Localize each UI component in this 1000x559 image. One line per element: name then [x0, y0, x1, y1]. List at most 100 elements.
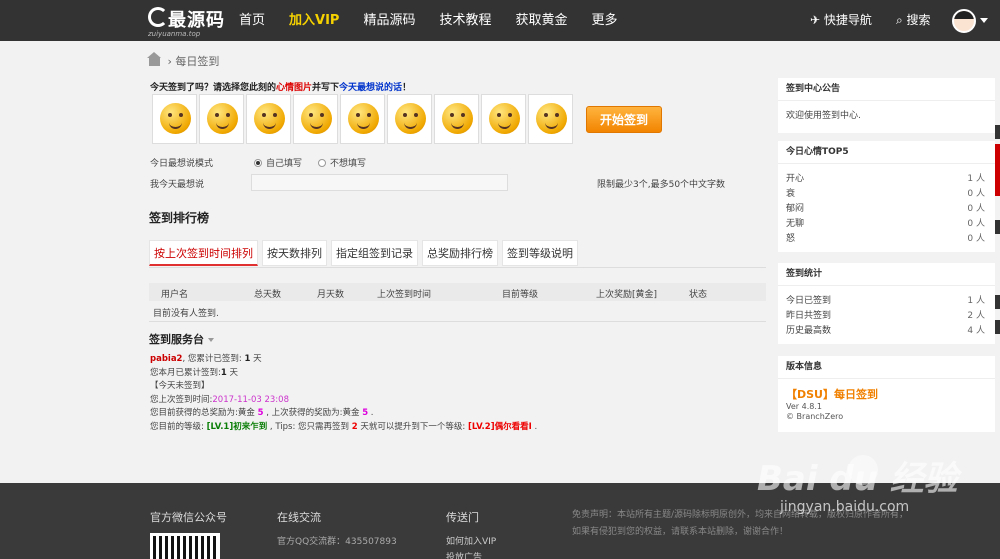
mood-option[interactable] — [481, 94, 526, 144]
mood-option[interactable] — [528, 94, 573, 144]
mood-option[interactable] — [246, 94, 291, 144]
service-text: , 您累计已签到: — [182, 354, 245, 364]
service-username[interactable]: pabia2 — [150, 354, 182, 364]
mode-self-radio[interactable]: 自己填写 — [254, 156, 302, 169]
tab-divider — [149, 267, 766, 268]
watermark-url: jingyan.baidu.com — [780, 499, 910, 515]
mood-count: 1 人 — [967, 174, 985, 184]
site-logo[interactable]: 最源码 zuiyuanma.top — [148, 5, 228, 38]
mode-label: 今日最想说模式 — [150, 159, 214, 169]
mood-option[interactable] — [340, 94, 385, 144]
nav-tutorials[interactable]: 技术教程 — [427, 0, 503, 41]
nav-gold[interactable]: 获取黄金 — [503, 0, 579, 41]
ranking-table-header: 用户名 总天数 月天数 上次签到时间 目前等级 上次奖励[黄金] 状态 — [149, 283, 766, 301]
mood-count: 0 人 — [967, 189, 985, 199]
watermark-brand: Bai du 经验 — [757, 459, 958, 499]
mode-none-radio[interactable]: 不想填写 — [318, 156, 366, 169]
stats-title: 签到统计 — [778, 263, 995, 286]
tab-by-last-time[interactable]: 按上次签到时间排列 — [149, 240, 258, 266]
version-name[interactable]: 【DSU】每日签到 — [786, 386, 987, 402]
mood-option[interactable] — [434, 94, 479, 144]
search-icon: ⌕ — [896, 13, 907, 27]
service-line-reward: 您目前获得的总奖励为:黄金 5 , 上次获得的奖励为:黄金 5 . — [150, 407, 537, 421]
search-label: 搜索 — [906, 13, 931, 27]
paper-plane-icon: ✈ — [810, 13, 824, 27]
question-end: ！ — [402, 83, 412, 93]
say-input[interactable] — [251, 174, 508, 191]
say-label: 我今天最想说 — [150, 180, 205, 190]
service-line-last-time: 您上次签到时间:2017-11-03 23:08 — [150, 394, 537, 408]
mood-count: 0 人 — [967, 204, 985, 214]
mood-option[interactable] — [293, 94, 338, 144]
footer-join-vip-link[interactable]: 如何加入VIP — [446, 534, 496, 547]
ranking-tabs: 按上次签到时间排列 按天数排列 指定组签到记录 总奖励排行榜 签到等级说明 — [149, 240, 582, 266]
service-text: 天 — [250, 354, 262, 364]
mood-face-icon — [395, 103, 426, 134]
version-body: 【DSU】每日签到 Ver 4.8.1 © BranchZero — [778, 379, 995, 429]
nav-home[interactable]: 首页 — [227, 0, 277, 41]
mode-none-label: 不想填写 — [330, 159, 367, 169]
service-text: . — [531, 421, 538, 432]
logo-subtext: zuiyuanma.top — [148, 30, 201, 38]
qr-code-icon — [150, 533, 220, 559]
nav-join-vip[interactable]: 加入VIP — [277, 0, 351, 41]
scroll-marker[interactable] — [995, 295, 1000, 309]
list-item: 历史最高数 4 人 — [786, 323, 987, 338]
quick-nav-button[interactable]: ✈ 快捷导航 — [810, 0, 872, 41]
service-text: 您目前的等级: — [150, 421, 207, 432]
start-sign-button[interactable]: 开始签到 — [586, 106, 662, 133]
footer-qq-group[interactable]: 官方QQ交流群：435507893 — [277, 534, 397, 547]
mood-top5-card: 今日心情TOP5 开心 1 人 衰 0 人 郁闷 0 人 无聊 0 人 怒 0 人 — [778, 141, 995, 252]
tab-group-records[interactable]: 指定组签到记录 — [331, 240, 418, 266]
mood-name: 郁闷 — [786, 204, 805, 214]
mood-option[interactable] — [152, 94, 197, 144]
notice-card: 签到中心公告 欢迎使用签到中心. — [778, 78, 995, 133]
footer-ads-link[interactable]: 投放广告 — [446, 550, 482, 559]
scroll-marker-active[interactable] — [995, 144, 1000, 196]
user-avatar[interactable] — [952, 9, 976, 33]
footer-wechat-title: 官方微信公众号 — [150, 511, 227, 524]
list-item: 开心 1 人 — [786, 171, 987, 186]
main-content: 今天签到了吗？请选择您此刻的心情图片并写下今天最想说的话！ 开始签到 今日最想说… — [146, 75, 768, 447]
scroll-marker[interactable] — [995, 320, 1000, 334]
tab-total-reward[interactable]: 总奖励排行榜 — [422, 240, 498, 266]
service-text: 您上次签到时间: — [150, 394, 213, 405]
col-last-reward: 上次奖励[黄金] — [596, 290, 658, 300]
home-icon[interactable] — [147, 52, 161, 66]
tab-by-days[interactable]: 按天数排列 — [262, 240, 327, 266]
col-month-days: 月天数 — [317, 290, 345, 300]
scroll-marker[interactable] — [995, 125, 1000, 139]
nav-more[interactable]: 更多 — [580, 0, 630, 41]
scroll-marker[interactable] — [995, 220, 1000, 234]
radio-checked-icon — [254, 159, 262, 167]
mood-picker — [152, 94, 575, 144]
service-text: 天就可以提升到下一个等级: — [357, 421, 468, 432]
chevron-down-icon[interactable] — [980, 18, 988, 23]
service-title[interactable]: 签到服务台 — [149, 331, 214, 347]
radio-unchecked-icon — [318, 159, 326, 167]
logo-text: 最源码 — [168, 10, 225, 31]
logo-mark-icon — [148, 7, 168, 27]
tab-level-info[interactable]: 签到等级说明 — [502, 240, 578, 266]
mood-face-icon — [301, 103, 332, 134]
top-navbar: 最源码 zuiyuanma.top 首页 加入VIP 精品源码 技术教程 获取黄… — [0, 0, 1000, 41]
service-text: , 上次获得的奖励为:黄金 — [263, 408, 363, 418]
service-text: 天 — [226, 367, 238, 378]
question-text-2: 并写下 — [312, 83, 340, 93]
nav-source[interactable]: 精品源码 — [351, 0, 427, 41]
main-nav: 首页 加入VIP 精品源码 技术教程 获取黄金 更多 — [227, 0, 630, 41]
version-number: Ver 4.8.1 — [786, 402, 822, 411]
mode-self-label: 自己填写 — [266, 159, 303, 169]
stat-value: 1 人 — [967, 296, 985, 306]
mood-face-icon — [536, 103, 567, 134]
chevron-down-icon — [208, 338, 214, 342]
mood-option[interactable] — [199, 94, 244, 144]
footer-chat-title: 在线交流 — [277, 511, 321, 524]
ranking-empty: 目前没有人签到. — [153, 309, 219, 319]
breadcrumb: › 每日签到 — [147, 52, 219, 69]
search-button[interactable]: ⌕ 搜索 — [896, 0, 931, 41]
service-line-month: 您本月已累计签到:1 天 — [150, 367, 537, 381]
mood-face-icon — [489, 103, 520, 134]
mood-option[interactable] — [387, 94, 432, 144]
list-item: 衰 0 人 — [786, 186, 987, 201]
